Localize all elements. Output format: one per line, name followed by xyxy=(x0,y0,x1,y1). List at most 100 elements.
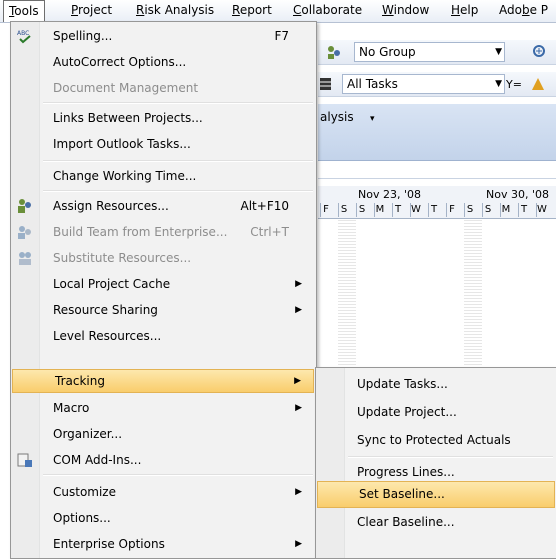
menu-report[interactable]: Report xyxy=(227,0,277,21)
menu-bar: Tools Project Risk Analysis Report Colla… xyxy=(0,0,556,23)
menu-item-label: Build Team from Enterprise... xyxy=(53,225,228,239)
resource-icon[interactable] xyxy=(326,44,342,60)
menu-item-document-management: Document Management xyxy=(11,76,314,100)
menu-item-level-resources[interactable]: Level Resources... xyxy=(11,324,314,348)
highlight-icon[interactable] xyxy=(530,76,546,95)
group-combo-value: No Group xyxy=(359,45,416,59)
menu-item-local-project-cache[interactable]: Local Project Cache ▶ xyxy=(11,272,314,296)
menu-item-tracking[interactable]: Tracking ▶ xyxy=(12,369,314,393)
menu-item-macro[interactable]: Macro ▶ xyxy=(11,396,314,420)
zoom-in-icon[interactable] xyxy=(532,44,548,63)
menu-item-spelling[interactable]: ABC Spelling... F7 xyxy=(11,24,314,48)
menu-item-label: Tracking xyxy=(55,374,105,388)
submenu-item-set-baseline[interactable]: Set Baseline... xyxy=(317,481,555,508)
menu-item-label: Import Outlook Tasks... xyxy=(53,137,191,151)
timescale-day: T xyxy=(428,203,439,217)
menu-item-label: Links Between Projects... xyxy=(53,111,203,125)
menu-item-links-between-projects[interactable]: Links Between Projects... xyxy=(11,106,314,130)
menu-item-enterprise-options[interactable]: Enterprise Options ▶ xyxy=(11,532,314,556)
menu-item-substitute-resources: Substitute Resources... xyxy=(11,246,314,270)
entry-bar[interactable] xyxy=(318,164,556,179)
menu-risk-analysis[interactable]: Risk Analysis xyxy=(131,0,219,21)
menu-item-customize[interactable]: Customize ▶ xyxy=(11,480,314,504)
submenu-item-update-tasks[interactable]: Update Tasks... xyxy=(316,370,555,398)
menu-item-label: Document Management xyxy=(53,81,199,95)
filter-combo-value: All Tasks xyxy=(347,77,398,91)
menu-window[interactable]: Window xyxy=(377,0,434,21)
menu-item-label: AutoCorrect Options... xyxy=(53,55,187,69)
submenu-item-update-project[interactable]: Update Project... xyxy=(316,398,555,426)
menu-item-label: Customize xyxy=(53,485,116,499)
menu-item-com-addins[interactable]: COM Add-Ins... xyxy=(11,448,314,472)
timescale-day: T xyxy=(518,203,529,217)
menu-separator xyxy=(43,190,313,192)
menu-separator xyxy=(43,102,313,104)
menu-collaborate[interactable]: Collaborate xyxy=(288,0,367,21)
timescale-day: S xyxy=(464,203,475,217)
analysis-label[interactable]: alysis xyxy=(318,110,356,124)
timescale-day: M xyxy=(374,203,385,217)
menu-item-options[interactable]: Options... xyxy=(11,506,314,530)
menu-item-resource-sharing[interactable]: Resource Sharing ▶ xyxy=(11,298,314,322)
chevron-down-icon: ▼ xyxy=(495,79,502,89)
menu-item-label: Sync to Protected Actuals xyxy=(357,433,511,447)
standard-toolbar: No Group ▼ xyxy=(318,40,556,65)
table-icon[interactable] xyxy=(320,77,332,94)
menu-item-label: Options... xyxy=(53,511,111,525)
menu-project[interactable]: Project xyxy=(66,0,117,21)
submenu-arrow-icon: ▶ xyxy=(295,279,302,289)
shortcut-label: F7 xyxy=(274,29,289,43)
submenu-item-sync-protected-actuals[interactable]: Sync to Protected Actuals xyxy=(316,426,555,454)
group-combo[interactable]: No Group ▼ xyxy=(354,42,505,62)
menu-item-label: Change Working Time... xyxy=(53,169,197,183)
menu-item-label: Local Project Cache xyxy=(53,277,171,291)
build-team-icon xyxy=(17,224,33,240)
menu-separator xyxy=(43,474,313,476)
submenu-arrow-icon: ▶ xyxy=(295,305,302,315)
menu-separator xyxy=(43,160,313,162)
autofilter-icon[interactable]: Y= xyxy=(506,78,522,91)
filter-combo[interactable]: All Tasks ▼ xyxy=(342,74,505,94)
menu-item-organizer[interactable]: Organizer... xyxy=(11,422,314,446)
menu-item-label: Enterprise Options xyxy=(53,537,165,551)
menu-item-label: Set Baseline... xyxy=(359,487,445,501)
menu-item-label: Update Project... xyxy=(357,405,457,419)
menu-item-autocorrect[interactable]: AutoCorrect Options... xyxy=(11,50,314,74)
svg-text:ABC: ABC xyxy=(17,30,29,37)
menu-item-label: Spelling... xyxy=(53,29,113,43)
menu-help[interactable]: Help xyxy=(446,0,483,21)
formatting-toolbar: All Tasks ▼ Y= xyxy=(318,72,556,97)
timescale-day: F xyxy=(446,203,457,217)
substitute-resources-icon xyxy=(17,250,33,266)
analysis-toolbar: alysis ▾ xyxy=(318,104,556,161)
timescale-day: S xyxy=(338,203,349,217)
assign-resources-icon xyxy=(17,198,33,214)
menu-item-label: Assign Resources... xyxy=(53,199,169,213)
timescale-week-1: Nov 23, '08 xyxy=(358,188,421,201)
dropdown-icon[interactable]: ▾ xyxy=(370,114,375,124)
shortcut-label: Alt+F10 xyxy=(240,199,289,213)
tools-menu: ABC Spelling... F7 AutoCorrect Options..… xyxy=(10,21,317,559)
timescale-week-2: Nov 30, '08 xyxy=(486,188,549,201)
chevron-down-icon: ▼ xyxy=(495,47,502,57)
submenu-item-clear-baseline[interactable]: Clear Baseline... xyxy=(316,508,555,536)
timescale-day: W xyxy=(410,203,421,217)
menu-adobe[interactable]: Adobe P xyxy=(494,0,553,21)
menu-item-change-working-time[interactable]: Change Working Time... xyxy=(11,164,314,188)
menu-item-label: Update Tasks... xyxy=(357,377,448,391)
menu-item-label: COM Add-Ins... xyxy=(53,453,142,467)
menu-item-label: Level Resources... xyxy=(53,329,162,343)
menu-item-label: Organizer... xyxy=(53,427,123,441)
submenu-arrow-icon: ▶ xyxy=(294,376,301,386)
menu-item-import-outlook[interactable]: Import Outlook Tasks... xyxy=(11,132,314,156)
menu-item-assign-resources[interactable]: Assign Resources... Alt+F10 xyxy=(11,194,314,218)
timescale-day: S xyxy=(482,203,493,217)
spelling-icon: ABC xyxy=(17,28,33,44)
timescale-day: S xyxy=(356,203,367,217)
timescale-day: F xyxy=(320,203,331,217)
shortcut-label: Ctrl+T xyxy=(250,225,289,239)
menu-tools[interactable]: Tools xyxy=(3,0,45,22)
submenu-arrow-icon: ▶ xyxy=(295,539,302,549)
menu-item-build-team: Build Team from Enterprise... Ctrl+T xyxy=(11,220,314,244)
menu-item-label: Clear Baseline... xyxy=(357,515,455,529)
